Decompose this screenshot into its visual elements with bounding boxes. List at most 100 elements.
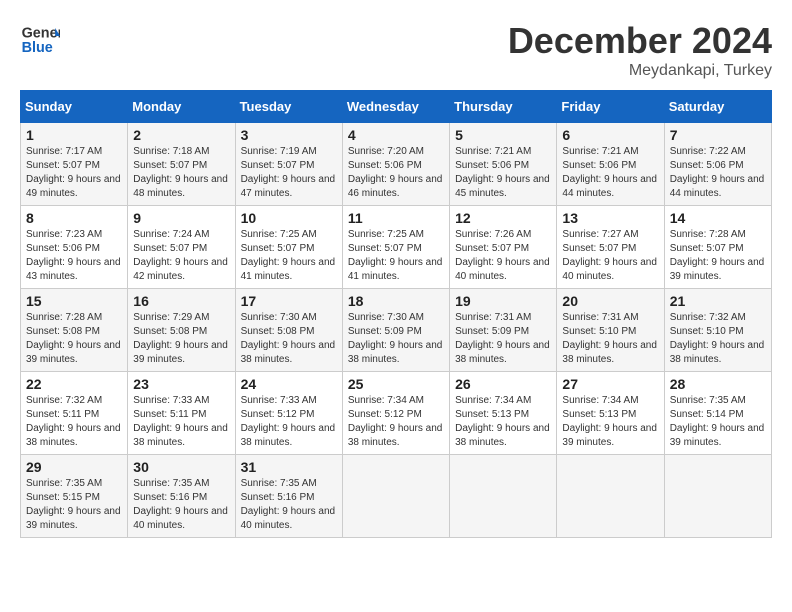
- day-cell-5: 5 Sunrise: 7:21 AMSunset: 5:06 PMDaylight…: [450, 123, 557, 206]
- title-block: December 2024 Meydankapi, Turkey: [508, 20, 772, 80]
- day-number: 10: [241, 210, 337, 226]
- day-cell-25: 25 Sunrise: 7:34 AMSunset: 5:12 PMDayligh…: [342, 372, 449, 455]
- week-row-1: 1 Sunrise: 7:17 AMSunset: 5:07 PMDaylight…: [21, 123, 772, 206]
- day-info: Sunrise: 7:21 AMSunset: 5:06 PMDaylight:…: [455, 145, 551, 201]
- day-cell-21: 21 Sunrise: 7:32 AMSunset: 5:10 PMDayligh…: [664, 289, 771, 372]
- day-info: Sunrise: 7:26 AMSunset: 5:07 PMDaylight:…: [455, 228, 551, 284]
- day-number: 30: [133, 459, 229, 475]
- day-info: Sunrise: 7:27 AMSunset: 5:07 PMDaylight:…: [562, 228, 658, 284]
- day-info: Sunrise: 7:19 AMSunset: 5:07 PMDaylight:…: [241, 145, 337, 201]
- day-info: Sunrise: 7:34 AMSunset: 5:12 PMDaylight:…: [348, 394, 444, 450]
- day-info: Sunrise: 7:21 AMSunset: 5:06 PMDaylight:…: [562, 145, 658, 201]
- empty-cell: [342, 455, 449, 538]
- day-number: 9: [133, 210, 229, 226]
- day-info: Sunrise: 7:17 AMSunset: 5:07 PMDaylight:…: [26, 145, 122, 201]
- day-number: 11: [348, 210, 444, 226]
- day-cell-13: 13 Sunrise: 7:27 AMSunset: 5:07 PMDayligh…: [557, 206, 664, 289]
- day-info: Sunrise: 7:33 AMSunset: 5:12 PMDaylight:…: [241, 394, 337, 450]
- day-cell-22: 22Sunrise: 7:32 AMSunset: 5:11 PMDayligh…: [21, 372, 128, 455]
- weekday-header-row: SundayMondayTuesdayWednesdayThursdayFrid…: [21, 91, 772, 123]
- day-cell-24: 24Sunrise: 7:33 AMSunset: 5:12 PMDayligh…: [235, 372, 342, 455]
- day-number: 25: [348, 376, 444, 392]
- day-number: 7: [670, 127, 766, 143]
- day-cell-11: 11 Sunrise: 7:25 AMSunset: 5:07 PMDayligh…: [342, 206, 449, 289]
- day-number: 26: [455, 376, 551, 392]
- day-info: Sunrise: 7:25 AMSunset: 5:07 PMDaylight:…: [348, 228, 444, 284]
- weekday-header-thursday: Thursday: [450, 91, 557, 123]
- weekday-header-saturday: Saturday: [664, 91, 771, 123]
- day-number: 28: [670, 376, 766, 392]
- day-info: Sunrise: 7:25 AMSunset: 5:07 PMDaylight:…: [241, 228, 337, 284]
- week-row-5: 29Sunrise: 7:35 AMSunset: 5:15 PMDayligh…: [21, 455, 772, 538]
- day-cell-6: 6 Sunrise: 7:21 AMSunset: 5:06 PMDaylight…: [557, 123, 664, 206]
- day-cell-29: 29Sunrise: 7:35 AMSunset: 5:15 PMDayligh…: [21, 455, 128, 538]
- day-cell-8: 8Sunrise: 7:23 AMSunset: 5:06 PMDaylight…: [21, 206, 128, 289]
- day-number: 18: [348, 293, 444, 309]
- day-info: Sunrise: 7:29 AMSunset: 5:08 PMDaylight:…: [133, 311, 229, 367]
- day-info: Sunrise: 7:31 AMSunset: 5:10 PMDaylight:…: [562, 311, 658, 367]
- day-cell-3: 3 Sunrise: 7:19 AMSunset: 5:07 PMDaylight…: [235, 123, 342, 206]
- location: Meydankapi, Turkey: [508, 62, 772, 80]
- logo: General Blue: [20, 20, 65, 60]
- day-cell-23: 23 Sunrise: 7:33 AMSunset: 5:11 PMDayligh…: [128, 372, 235, 455]
- day-cell-4: 4Sunrise: 7:20 AMSunset: 5:06 PMDaylight…: [342, 123, 449, 206]
- day-cell-30: 30 Sunrise: 7:35 AMSunset: 5:16 PMDayligh…: [128, 455, 235, 538]
- week-row-3: 15 Sunrise: 7:28 AMSunset: 5:08 PMDayligh…: [21, 289, 772, 372]
- day-number: 6: [562, 127, 658, 143]
- day-cell-16: 16 Sunrise: 7:29 AMSunset: 5:08 PMDayligh…: [128, 289, 235, 372]
- day-info: Sunrise: 7:23 AMSunset: 5:06 PMDaylight:…: [26, 228, 122, 284]
- day-info: Sunrise: 7:35 AMSunset: 5:16 PMDaylight:…: [241, 477, 337, 533]
- day-cell-10: 10 Sunrise: 7:25 AMSunset: 5:07 PMDayligh…: [235, 206, 342, 289]
- day-info: Sunrise: 7:32 AMSunset: 5:10 PMDaylight:…: [670, 311, 766, 367]
- weekday-header-wednesday: Wednesday: [342, 91, 449, 123]
- day-number: 17: [241, 293, 337, 309]
- day-number: 16: [133, 293, 229, 309]
- day-cell-27: 27 Sunrise: 7:34 AMSunset: 5:13 PMDayligh…: [557, 372, 664, 455]
- day-cell-28: 28Sunrise: 7:35 AMSunset: 5:14 PMDayligh…: [664, 372, 771, 455]
- weekday-header-monday: Monday: [128, 91, 235, 123]
- day-number: 1: [26, 127, 122, 143]
- day-number: 3: [241, 127, 337, 143]
- day-cell-12: 12Sunrise: 7:26 AMSunset: 5:07 PMDayligh…: [450, 206, 557, 289]
- day-info: Sunrise: 7:18 AMSunset: 5:07 PMDaylight:…: [133, 145, 229, 201]
- day-cell-17: 17 Sunrise: 7:30 AMSunset: 5:08 PMDayligh…: [235, 289, 342, 372]
- day-number: 31: [241, 459, 337, 475]
- day-info: Sunrise: 7:31 AMSunset: 5:09 PMDaylight:…: [455, 311, 551, 367]
- day-info: Sunrise: 7:34 AMSunset: 5:13 PMDaylight:…: [562, 394, 658, 450]
- calendar-body: 1 Sunrise: 7:17 AMSunset: 5:07 PMDaylight…: [21, 123, 772, 538]
- day-info: Sunrise: 7:35 AMSunset: 5:16 PMDaylight:…: [133, 477, 229, 533]
- day-cell-26: 26Sunrise: 7:34 AMSunset: 5:13 PMDayligh…: [450, 372, 557, 455]
- day-number: 4: [348, 127, 444, 143]
- day-info: Sunrise: 7:30 AMSunset: 5:09 PMDaylight:…: [348, 311, 444, 367]
- day-info: Sunrise: 7:24 AMSunset: 5:07 PMDaylight:…: [133, 228, 229, 284]
- empty-cell: [557, 455, 664, 538]
- day-number: 5: [455, 127, 551, 143]
- day-cell-18: 18 Sunrise: 7:30 AMSunset: 5:09 PMDayligh…: [342, 289, 449, 372]
- day-info: Sunrise: 7:28 AMSunset: 5:08 PMDaylight:…: [26, 311, 122, 367]
- day-number: 14: [670, 210, 766, 226]
- day-cell-15: 15 Sunrise: 7:28 AMSunset: 5:08 PMDayligh…: [21, 289, 128, 372]
- day-cell-20: 20 Sunrise: 7:31 AMSunset: 5:10 PMDayligh…: [557, 289, 664, 372]
- day-number: 13: [562, 210, 658, 226]
- day-number: 2: [133, 127, 229, 143]
- empty-cell: [450, 455, 557, 538]
- day-number: 19: [455, 293, 551, 309]
- day-info: Sunrise: 7:32 AMSunset: 5:11 PMDaylight:…: [26, 394, 122, 450]
- day-number: 15: [26, 293, 122, 309]
- day-cell-14: 14Sunrise: 7:28 AMSunset: 5:07 PMDayligh…: [664, 206, 771, 289]
- week-row-4: 22Sunrise: 7:32 AMSunset: 5:11 PMDayligh…: [21, 372, 772, 455]
- day-info: Sunrise: 7:33 AMSunset: 5:11 PMDaylight:…: [133, 394, 229, 450]
- day-number: 23: [133, 376, 229, 392]
- day-info: Sunrise: 7:22 AMSunset: 5:06 PMDaylight:…: [670, 145, 766, 201]
- day-number: 21: [670, 293, 766, 309]
- empty-cell: [664, 455, 771, 538]
- day-cell-31: 31 Sunrise: 7:35 AMSunset: 5:16 PMDayligh…: [235, 455, 342, 538]
- page-header: General Blue December 2024 Meydankapi, T…: [20, 20, 772, 80]
- weekday-header-tuesday: Tuesday: [235, 91, 342, 123]
- day-cell-1: 1 Sunrise: 7:17 AMSunset: 5:07 PMDaylight…: [21, 123, 128, 206]
- day-cell-19: 19 Sunrise: 7:31 AMSunset: 5:09 PMDayligh…: [450, 289, 557, 372]
- day-number: 20: [562, 293, 658, 309]
- day-number: 27: [562, 376, 658, 392]
- day-info: Sunrise: 7:30 AMSunset: 5:08 PMDaylight:…: [241, 311, 337, 367]
- svg-text:General: General: [22, 26, 60, 42]
